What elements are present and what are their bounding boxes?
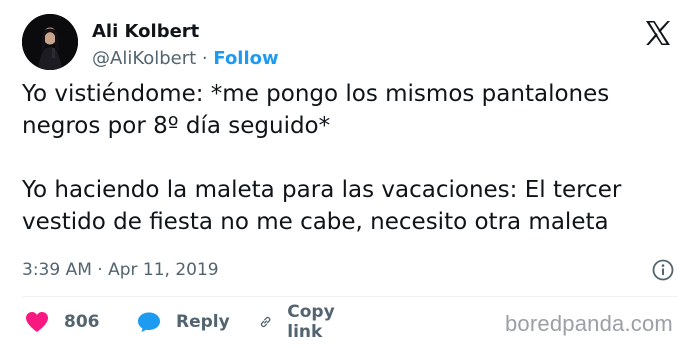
copy-link-button[interactable]: Copy link [258, 302, 343, 342]
handle[interactable]: @AliKolbert [92, 48, 196, 69]
link-icon [260, 316, 271, 328]
reply-bubble-icon [138, 312, 160, 332]
tweet-line: Yo haciendo la maleta para las vacacione… [22, 177, 622, 203]
tweet-date: Apr 11, 2019 [108, 260, 219, 280]
display-name[interactable]: Ali Kolbert [92, 20, 199, 44]
copy-link-label: Copy link [287, 302, 335, 342]
avatar[interactable] [22, 14, 78, 70]
tweet-time: 3:39 AM [22, 260, 92, 280]
x-logo-icon[interactable] [643, 18, 673, 48]
tweet-line: negros por 8º día seguido* [22, 113, 331, 139]
tweet-line: vestido de fiesta no me cabe, necesito o… [22, 209, 609, 235]
like-count: 806 [64, 312, 100, 332]
handle-row: @AliKolbert · Follow [92, 47, 279, 71]
tweet-line: Yo vistiéndome: *me pongo los mismos pan… [22, 81, 610, 107]
tweet-timestamp[interactable]: 3:39 AM · Apr 11, 2019 [22, 258, 219, 282]
reply-label: Reply [176, 312, 230, 332]
like-button[interactable]: 806 [24, 307, 100, 337]
follow-button[interactable]: Follow [213, 48, 278, 69]
heart-icon [26, 312, 48, 332]
info-icon[interactable] [651, 258, 675, 282]
date-separator: · [91, 260, 109, 280]
tweet-card: Ali Kolbert @AliKolbert · Follow Yo vist… [0, 0, 700, 348]
reply-button[interactable]: Reply [136, 307, 230, 337]
tweet-text: Yo vistiéndome: *me pongo los mismos pan… [22, 78, 682, 238]
divider [22, 296, 678, 297]
watermark: boredpanda.com [505, 311, 673, 336]
separator: · [196, 48, 214, 69]
